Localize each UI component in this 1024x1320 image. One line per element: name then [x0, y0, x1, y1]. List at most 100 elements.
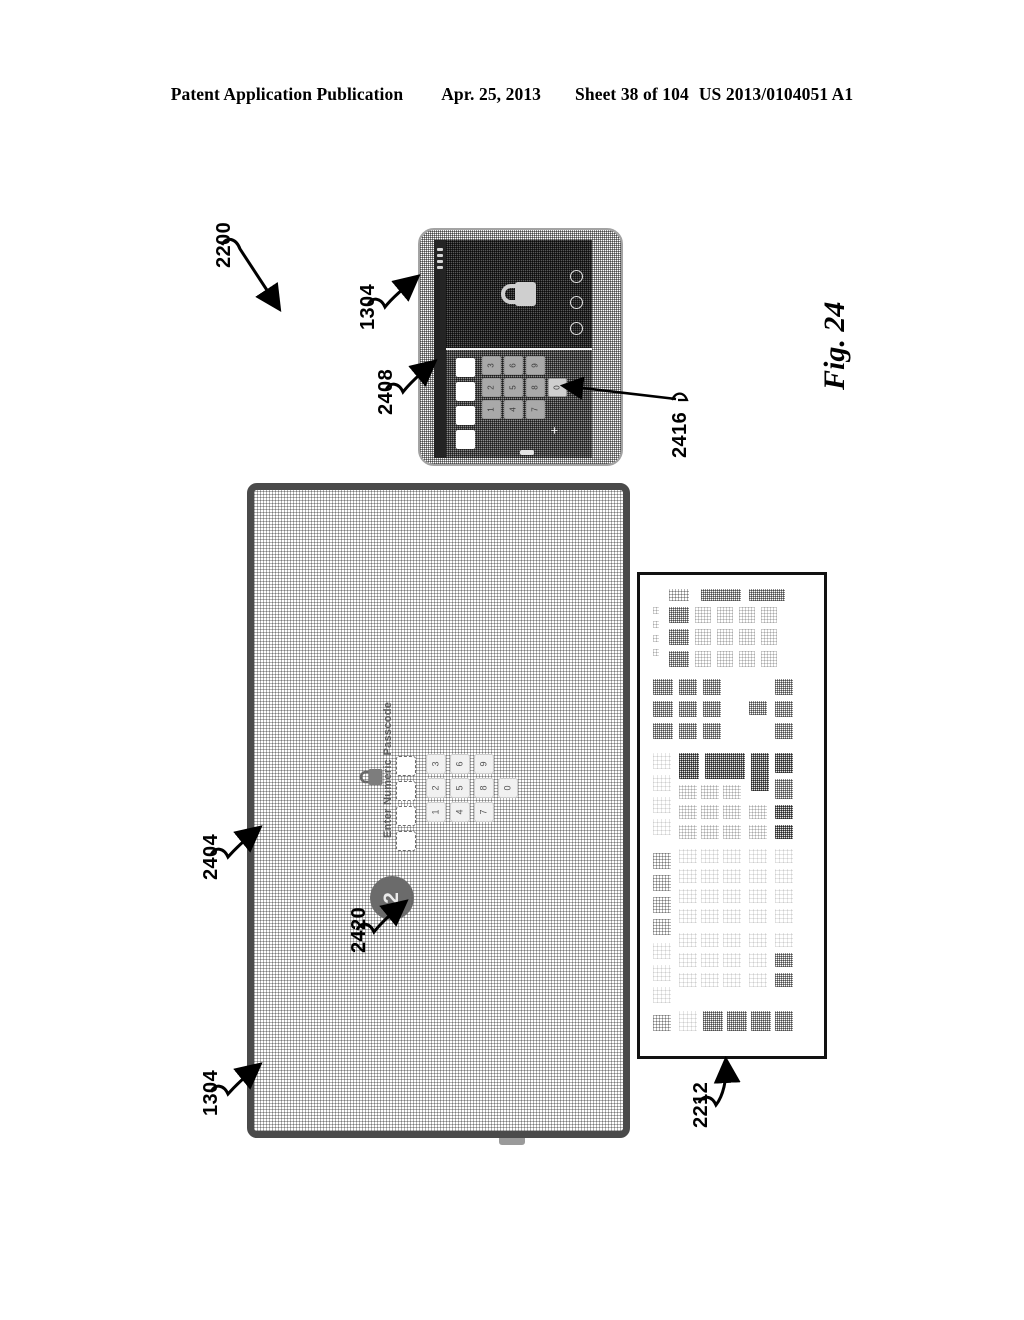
keyboard-key-space[interactable]	[653, 1015, 671, 1031]
keyboard-key[interactable]	[653, 679, 673, 695]
key-6[interactable]: 6	[450, 754, 470, 774]
keyboard-key[interactable]	[701, 589, 741, 601]
keyboard-key[interactable]	[723, 909, 741, 923]
keyboard-key[interactable]	[703, 679, 721, 695]
tablet-key-1[interactable]: 1	[482, 400, 501, 419]
home-button[interactable]	[520, 450, 534, 455]
keyboard-key[interactable]	[723, 849, 741, 863]
keyboard-key[interactable]	[761, 651, 777, 667]
keyboard-key[interactable]	[653, 897, 671, 913]
keyboard-key[interactable]	[723, 825, 741, 839]
keyboard-key[interactable]	[775, 869, 793, 883]
key-3[interactable]: 3	[426, 754, 446, 774]
keyboard-key[interactable]	[717, 651, 733, 667]
external-keyboard[interactable]	[637, 572, 827, 1059]
keyboard-key[interactable]	[653, 701, 673, 717]
tablet-passcode-box[interactable]	[456, 358, 475, 377]
key-0[interactable]: 0	[498, 778, 518, 798]
keyboard-key[interactable]	[723, 805, 741, 819]
keyboard-key[interactable]	[723, 869, 741, 883]
keyboard-key[interactable]	[717, 629, 733, 645]
passcode-field[interactable]	[396, 756, 416, 851]
keyboard-key[interactable]	[679, 953, 697, 967]
keyboard-key[interactable]	[653, 965, 671, 981]
tablet-key-7[interactable]: 7	[526, 400, 545, 419]
keyboard-key[interactable]	[705, 753, 745, 779]
keyboard-key[interactable]	[653, 943, 671, 959]
keyboard-key[interactable]	[749, 869, 767, 883]
keyboard-key[interactable]	[669, 607, 689, 623]
keyboard-key[interactable]	[749, 933, 767, 947]
keyboard-key[interactable]	[679, 723, 697, 739]
keyboard-key[interactable]	[653, 621, 659, 628]
tablet-key-8[interactable]: 8	[526, 378, 545, 397]
keyboard-key[interactable]	[679, 753, 699, 779]
keyboard-key[interactable]	[749, 889, 767, 903]
keyboard-key[interactable]	[723, 785, 741, 799]
keyboard-key[interactable]	[653, 753, 671, 769]
keyboard-key[interactable]	[701, 909, 719, 923]
keyboard-key[interactable]	[775, 753, 793, 773]
keyboard-key[interactable]	[749, 805, 767, 819]
keyboard-key[interactable]	[775, 805, 793, 819]
passcode-box[interactable]	[396, 831, 416, 851]
keyboard-key[interactable]	[751, 753, 769, 791]
keyboard-key[interactable]	[739, 629, 755, 645]
keyboard-key[interactable]	[669, 589, 689, 601]
keyboard-key[interactable]	[679, 701, 697, 717]
keyboard-key[interactable]	[679, 1011, 697, 1031]
tablet-key-2[interactable]: 2	[482, 378, 501, 397]
keyboard-key[interactable]	[653, 607, 659, 614]
tablet-key-3[interactable]: 3	[482, 356, 501, 375]
keyboard-key[interactable]	[653, 987, 671, 1003]
keyboard-key[interactable]	[679, 909, 697, 923]
passcode-box[interactable]	[396, 756, 416, 776]
keyboard-key[interactable]	[723, 889, 741, 903]
keyboard-key[interactable]	[701, 785, 719, 799]
keyboard-key[interactable]	[701, 953, 719, 967]
keyboard-key[interactable]	[775, 933, 793, 947]
key-8[interactable]: 8	[474, 778, 494, 798]
keyboard-key[interactable]	[653, 875, 671, 891]
keyboard-key[interactable]	[749, 973, 767, 987]
key-7[interactable]: 7	[474, 802, 494, 822]
keyboard-key[interactable]	[653, 919, 671, 935]
key-2[interactable]: 2	[426, 778, 446, 798]
keyboard-key[interactable]	[775, 1011, 793, 1031]
keyboard-key[interactable]	[701, 889, 719, 903]
keyboard-key[interactable]	[717, 607, 733, 623]
keyboard-key[interactable]	[775, 679, 793, 695]
keyboard-key[interactable]	[669, 651, 689, 667]
keyboard-key[interactable]	[751, 1011, 771, 1031]
keyboard-key[interactable]	[701, 805, 719, 819]
tablet-passcode-field[interactable]	[456, 358, 475, 449]
tablet-key-9[interactable]: 9	[526, 356, 545, 375]
passcode-box[interactable]	[396, 806, 416, 826]
keyboard-key[interactable]	[679, 973, 697, 987]
tablet-screen[interactable]: 3 2 1 6 5 4 9 8 7 0 +	[434, 240, 592, 458]
keyboard-key[interactable]	[723, 973, 741, 987]
keyboard-key[interactable]	[749, 953, 767, 967]
passcode-overlay[interactable]: Enter Numeric Passcode 3 2 1 6 5 4 9 8 7	[352, 702, 527, 927]
tablet-passcode-box[interactable]	[456, 430, 475, 449]
keyboard-key[interactable]	[749, 849, 767, 863]
keyboard-key[interactable]	[775, 909, 793, 923]
keyboard-key[interactable]	[653, 775, 671, 791]
tablet-passcode-box[interactable]	[456, 406, 475, 425]
keyboard-key[interactable]	[701, 849, 719, 863]
keyboard-key[interactable]	[653, 649, 659, 656]
keyboard-key[interactable]	[749, 825, 767, 839]
keyboard-key[interactable]	[775, 723, 793, 739]
keyboard-key[interactable]	[701, 825, 719, 839]
keyboard-key[interactable]	[695, 629, 711, 645]
keyboard-key[interactable]	[679, 679, 697, 695]
keyboard-key[interactable]	[739, 607, 755, 623]
tablet-numeric-keypad[interactable]: 3 2 1 6 5 4 9 8 7 0	[482, 356, 567, 419]
keyboard-key[interactable]	[775, 825, 793, 839]
keyboard-key[interactable]	[701, 869, 719, 883]
key-5[interactable]: 5	[450, 778, 470, 798]
keyboard-key[interactable]	[723, 933, 741, 947]
keyboard-key[interactable]	[653, 635, 659, 642]
keyboard-key[interactable]	[775, 779, 793, 799]
tablet-passcode-box[interactable]	[456, 382, 475, 401]
